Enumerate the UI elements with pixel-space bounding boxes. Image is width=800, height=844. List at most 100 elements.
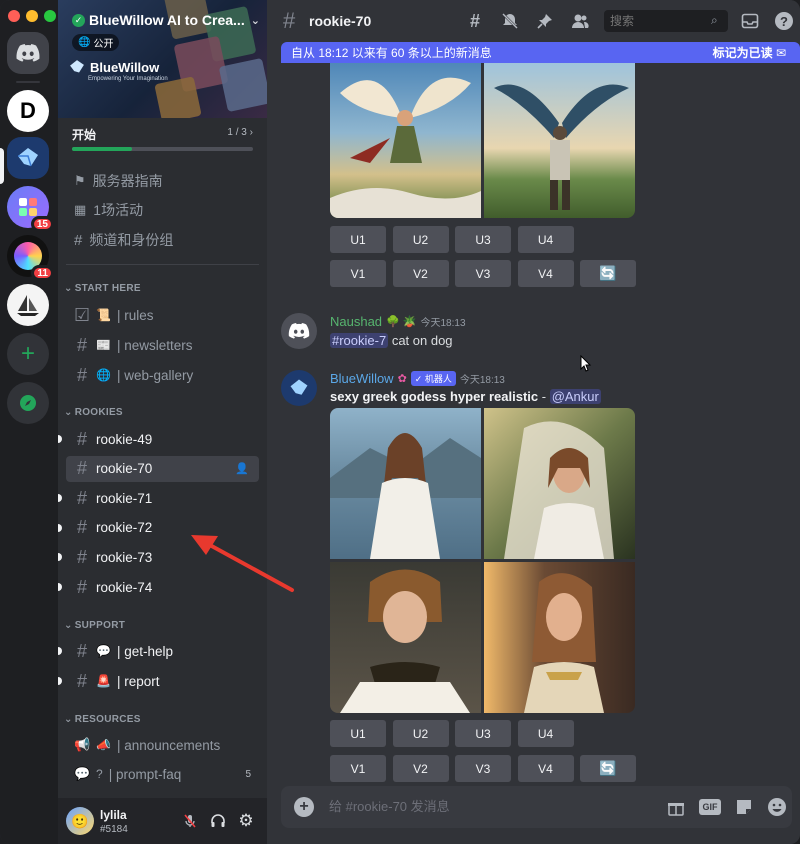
variation-button[interactable]: V2 — [392, 260, 449, 287]
image-grid-1[interactable] — [330, 63, 635, 218]
variation-button[interactable]: V1 — [330, 755, 386, 782]
home-button[interactable] — [7, 32, 49, 74]
upscale-button[interactable]: U1 — [330, 226, 386, 253]
events-link[interactable]: ▦ 1场活动 — [74, 199, 143, 221]
channel-rookie[interactable]: # rookie-74 — [58, 574, 259, 600]
channel-rookie[interactable]: # rookie-49 — [58, 426, 259, 452]
message-input[interactable]: 给 #rookie-70 发消息 — [329, 796, 450, 815]
channel-hash-icon: # — [283, 8, 296, 33]
new-messages-bar[interactable]: 自从 18:12 以来有 60 条以上的新消息 标记为已读 ✉ — [281, 42, 800, 63]
author-name-bluewillow[interactable]: BlueWillow — [330, 371, 394, 386]
variation-button[interactable]: V1 — [330, 260, 386, 287]
bot-tag: ✓ 机器人 — [410, 371, 456, 386]
channel-emoji: 📜 — [96, 308, 111, 322]
sailboat-icon — [17, 295, 39, 316]
variation-button[interactable]: V3 — [455, 755, 511, 782]
minimize-window-button[interactable] — [26, 10, 38, 22]
sticker-button[interactable] — [733, 796, 755, 818]
mute-mic-button[interactable] — [180, 811, 200, 831]
server-d-icon[interactable]: D — [7, 90, 49, 132]
upscale-button[interactable]: U3 — [455, 720, 511, 747]
naushad-avatar[interactable] — [281, 313, 317, 349]
user-avatar[interactable]: 🙂 — [66, 807, 94, 835]
generated-image[interactable] — [330, 63, 481, 218]
add-server-button[interactable]: + — [7, 333, 49, 375]
member-list-button[interactable] — [570, 11, 590, 31]
variation-button[interactable]: V4 — [517, 260, 574, 287]
server-banner[interactable]: ✓ BlueWillow AI to Crea... ⌄ 🌐 公开 BlueWi… — [58, 0, 267, 118]
category-support[interactable]: ⌄ SUPPORT — [64, 620, 125, 631]
channel-mention[interactable]: #rookie-7 — [330, 333, 389, 348]
pinned-messages-button[interactable] — [535, 11, 555, 31]
server-bluewillow-icon[interactable] — [7, 137, 49, 179]
close-window-button[interactable] — [8, 10, 20, 22]
channel-support[interactable]: # 🚨 | report — [58, 668, 259, 694]
channel-start-here[interactable]: # 🌐 | web-gallery — [66, 362, 259, 388]
user-settings-button[interactable]: ⚙ — [236, 811, 256, 831]
channel-resource[interactable]: 💬? | prompt-faq 5 — [66, 761, 259, 787]
reroll-button[interactable]: 🔄 — [580, 260, 636, 287]
emoji-button[interactable] — [766, 796, 788, 818]
upscale-button[interactable]: U2 — [392, 226, 449, 253]
server-guide-link[interactable]: ⚑ 服务器指南 — [74, 170, 163, 192]
user-mention[interactable]: @Ankur — [549, 389, 601, 404]
upload-button[interactable]: + — [293, 796, 315, 818]
reroll-button[interactable]: 🔄 — [580, 755, 636, 782]
generated-image[interactable] — [330, 408, 481, 559]
gift-button[interactable] — [665, 796, 687, 818]
post-count: 5 — [245, 768, 251, 780]
channel-rookie[interactable]: # rookie-72 — [58, 515, 259, 541]
upscale-button[interactable]: U2 — [392, 720, 449, 747]
variation-button[interactable]: V4 — [517, 755, 574, 782]
generated-image[interactable] — [330, 562, 481, 713]
add-member-icon[interactable]: 👤 — [235, 462, 249, 475]
channel-rookie[interactable]: # rookie-73 — [58, 544, 259, 570]
username[interactable]: lylila — [100, 808, 127, 822]
threads-button[interactable]: # — [465, 11, 485, 31]
variation-button[interactable]: V2 — [392, 755, 449, 782]
generated-image[interactable] — [484, 408, 635, 559]
message-text: cat on dog — [388, 333, 453, 348]
server-name[interactable]: ✓ BlueWillow AI to Crea... ⌄ — [72, 12, 260, 28]
deafen-button[interactable] — [208, 811, 228, 831]
server-5-icon[interactable]: 11 — [7, 235, 54, 281]
search-input[interactable] — [604, 10, 728, 32]
explore-servers-button[interactable] — [7, 382, 49, 424]
channels-roles-link[interactable]: # 频道和身份组 — [74, 229, 173, 251]
channel-rookie[interactable]: # rookie-71 — [58, 485, 259, 511]
zoom-window-button[interactable] — [44, 10, 56, 22]
unread-indicator — [58, 677, 62, 685]
hash-icon: # — [76, 546, 87, 567]
server-6-icon[interactable] — [7, 284, 49, 326]
channel-rookie[interactable]: # rookie-70 👤 — [66, 455, 259, 482]
category-rookies[interactable]: ⌄ ROOKIES — [64, 407, 123, 418]
image-grid-2[interactable] — [330, 408, 635, 713]
bluewillow-bot-avatar[interactable] — [281, 370, 317, 406]
mark-as-read-button[interactable]: 标记为已读 ✉ — [713, 44, 786, 61]
onboarding-count[interactable]: 1 / 3 › — [227, 127, 253, 138]
refresh-icon: 🔄 — [599, 265, 617, 281]
unread-indicator — [58, 494, 62, 503]
channel-start-here[interactable]: ☑ 📜 | rules — [66, 302, 259, 328]
channel-start-here[interactable]: # 📰 | newsletters — [66, 332, 259, 358]
gif-button[interactable]: GIF — [699, 796, 721, 818]
channel-resource[interactable]: 📢 📣 | announcements — [66, 732, 259, 758]
upscale-button[interactable]: U4 — [517, 226, 574, 253]
channel-support[interactable]: # 💬 | get-help — [58, 638, 259, 664]
server-4-icon[interactable]: 15 — [7, 186, 54, 232]
upscale-button[interactable]: U3 — [455, 226, 511, 253]
author-name-naushad[interactable]: Naushad — [330, 314, 382, 329]
inbox-button[interactable] — [740, 11, 760, 31]
help-button[interactable]: ? — [774, 11, 794, 31]
category-resources[interactable]: ⌄ RESOURCES — [64, 714, 141, 725]
upscale-button[interactable]: U1 — [330, 720, 386, 747]
notification-settings-button[interactable] — [500, 11, 520, 31]
generated-image[interactable] — [484, 63, 635, 218]
variation-button[interactable]: V3 — [455, 260, 511, 287]
upscale-button[interactable]: U4 — [517, 720, 574, 747]
category-start-here[interactable]: ⌄ START HERE — [64, 283, 141, 294]
mouse-cursor-icon — [580, 355, 592, 372]
channel-emoji: 💬 — [96, 644, 111, 658]
generated-image[interactable] — [484, 562, 635, 713]
onboarding-label[interactable]: 开始 — [72, 126, 96, 143]
